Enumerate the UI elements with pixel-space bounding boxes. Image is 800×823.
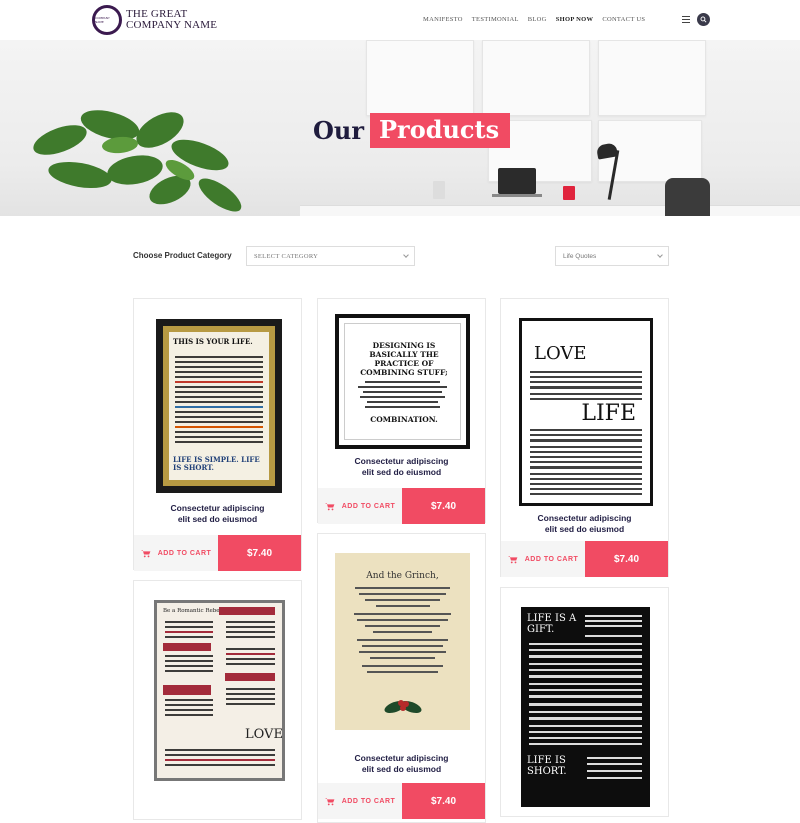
page-title-part1: Our <box>313 116 364 145</box>
product-title-line1: Consectetur adipiscing <box>354 753 449 763</box>
product-price[interactable]: $7.40 <box>218 535 301 571</box>
product-price[interactable]: $7.40 <box>402 488 485 524</box>
hamburger-menu-icon[interactable] <box>682 16 690 23</box>
add-to-cart-label: ADD TO CART <box>341 502 396 510</box>
wall-frame <box>366 40 474 116</box>
product-title-line2: elit sed do eiusmod <box>177 514 258 524</box>
wall-frame <box>482 40 590 116</box>
poster-headline: LOVE <box>534 343 587 364</box>
nav-testimonial[interactable]: TESTIMONIAL <box>472 16 519 23</box>
cart-icon <box>324 797 335 805</box>
product-title-line2: elit sed do eiusmod <box>361 467 442 477</box>
main-nav: MANIFESTO TESTIMONIAL BLOG SHOP NOW CONT… <box>423 16 654 23</box>
product-actions: ADD TO CART $7.40 <box>134 535 301 571</box>
search-button[interactable] <box>697 13 710 26</box>
chair <box>665 178 710 216</box>
product-card[interactable]: LIFE IS A GIFT. LIFE IS SHORT. <box>500 587 669 817</box>
product-card[interactable]: DESIGNING IS BASICALLY THE PRACTICE OF C… <box>317 298 486 524</box>
product-title-line1: Consectetur adipiscing <box>170 503 265 513</box>
product-title[interactable]: Consectetur adipiscing elit sed do eiusm… <box>134 503 301 525</box>
poster-subline: LIFE IS SHORT. <box>527 755 567 777</box>
nav-manifesto[interactable]: MANIFESTO <box>423 16 463 23</box>
add-to-cart-label: ADD TO CART <box>341 797 396 805</box>
product-title-line1: Consectetur adipiscing <box>537 513 632 523</box>
product-price[interactable]: $7.40 <box>402 783 485 819</box>
poster-subline: COMBINATION. <box>370 415 438 424</box>
category-filter-label: Choose Product Category <box>133 251 232 260</box>
product-title[interactable]: Consectetur adipiscing elit sed do eiusm… <box>501 513 668 535</box>
poster-headline: LIFE IS A GIFT. <box>527 613 577 635</box>
cart-icon <box>140 549 151 557</box>
subcategory-select[interactable]: Life Quotes <box>555 246 669 266</box>
desk <box>300 205 800 216</box>
laptop <box>498 168 536 194</box>
chevron-down-icon <box>657 252 663 258</box>
add-to-cart-button[interactable]: ADD TO CART <box>318 488 402 524</box>
plant-icon <box>33 110 242 212</box>
poster-headline: DESIGNING IS BASICALLY THE PRACTICE OF C… <box>360 341 448 377</box>
product-title[interactable]: Consectetur adipiscing elit sed do eiusm… <box>318 753 485 775</box>
logo-mark-text: COMPANY NAME <box>95 16 110 24</box>
product-card[interactable]: And the Grinch, Consectetur adipiscing e… <box>317 533 486 823</box>
cart-icon <box>324 502 335 510</box>
site-header: COMPANY NAME THE GREAT COMPANY NAME MANI… <box>0 0 800 40</box>
product-actions: ADD TO CART $7.40 <box>318 783 485 819</box>
wall-frame <box>598 40 706 116</box>
mug <box>563 186 575 200</box>
poster-headline: And the Grinch, <box>366 571 439 581</box>
subcategory-select-value: Life Quotes <box>563 253 597 260</box>
product-price[interactable]: $7.40 <box>585 541 668 577</box>
page-title-part2: Products <box>370 113 511 148</box>
product-actions: ADD TO CART $7.40 <box>501 541 668 577</box>
product-image[interactable]: Be a Romantic Rebel LOVE <box>154 600 285 781</box>
product-title-line2: elit sed do eiusmod <box>361 764 442 774</box>
product-card[interactable]: THIS IS YOUR LIFE. LIFE IS SIMPLE. LIFE … <box>133 298 302 571</box>
product-title-line1: Consectetur adipiscing <box>354 456 449 466</box>
product-actions: ADD TO CART $7.40 <box>318 488 485 524</box>
category-select-value: SELECT CATEGORY <box>254 253 319 260</box>
logo-text: THE GREAT COMPANY NAME <box>126 9 217 31</box>
cart-icon <box>507 555 518 563</box>
hero-banner: Our Products <box>0 40 800 216</box>
product-card[interactable]: LOVE LIFE Consectetur adipiscing elit se… <box>500 298 669 577</box>
poster-headline: THIS IS YOUR LIFE. <box>173 337 253 346</box>
add-to-cart-label: ADD TO CART <box>157 549 212 557</box>
nav-contact-us[interactable]: CONTACT US <box>602 16 645 23</box>
page-title: Our Products <box>313 113 511 148</box>
add-to-cart-label: ADD TO CART <box>524 555 579 563</box>
holly-icon <box>384 700 422 714</box>
product-card[interactable]: Be a Romantic Rebel LOVE <box>133 580 302 820</box>
add-to-cart-button[interactable]: ADD TO CART <box>318 783 402 819</box>
add-to-cart-button[interactable]: ADD TO CART <box>501 541 585 577</box>
pencil-cup <box>433 181 445 199</box>
poster-subline: LIFE <box>581 401 636 426</box>
search-icon <box>700 16 707 23</box>
add-to-cart-button[interactable]: ADD TO CART <box>134 535 218 571</box>
product-image[interactable]: And the Grinch, <box>335 553 470 730</box>
logo-mark-icon: COMPANY NAME <box>92 5 122 35</box>
poster-subline: LIFE IS SIMPLE. LIFE IS SHORT. <box>173 455 260 472</box>
poster-headline: Be a Romantic Rebel <box>163 608 222 614</box>
product-image[interactable]: DESIGNING IS BASICALLY THE PRACTICE OF C… <box>335 314 470 449</box>
category-select[interactable]: SELECT CATEGORY <box>246 246 415 266</box>
poster-subline: LOVE <box>245 727 283 742</box>
logo-line-2: COMPANY NAME <box>126 19 218 31</box>
product-title[interactable]: Consectetur adipiscing elit sed do eiusm… <box>318 456 485 478</box>
chevron-down-icon <box>403 252 409 258</box>
product-title-line2: elit sed do eiusmod <box>544 524 625 534</box>
product-image[interactable]: LIFE IS A GIFT. LIFE IS SHORT. <box>521 607 650 807</box>
nav-blog[interactable]: BLOG <box>528 16 547 23</box>
logo[interactable]: COMPANY NAME THE GREAT COMPANY NAME <box>92 5 217 35</box>
product-image[interactable]: LOVE LIFE <box>519 318 653 506</box>
nav-shop-now[interactable]: SHOP NOW <box>556 16 594 23</box>
product-image[interactable]: THIS IS YOUR LIFE. LIFE IS SIMPLE. LIFE … <box>156 319 282 493</box>
laptop-base <box>492 194 542 197</box>
